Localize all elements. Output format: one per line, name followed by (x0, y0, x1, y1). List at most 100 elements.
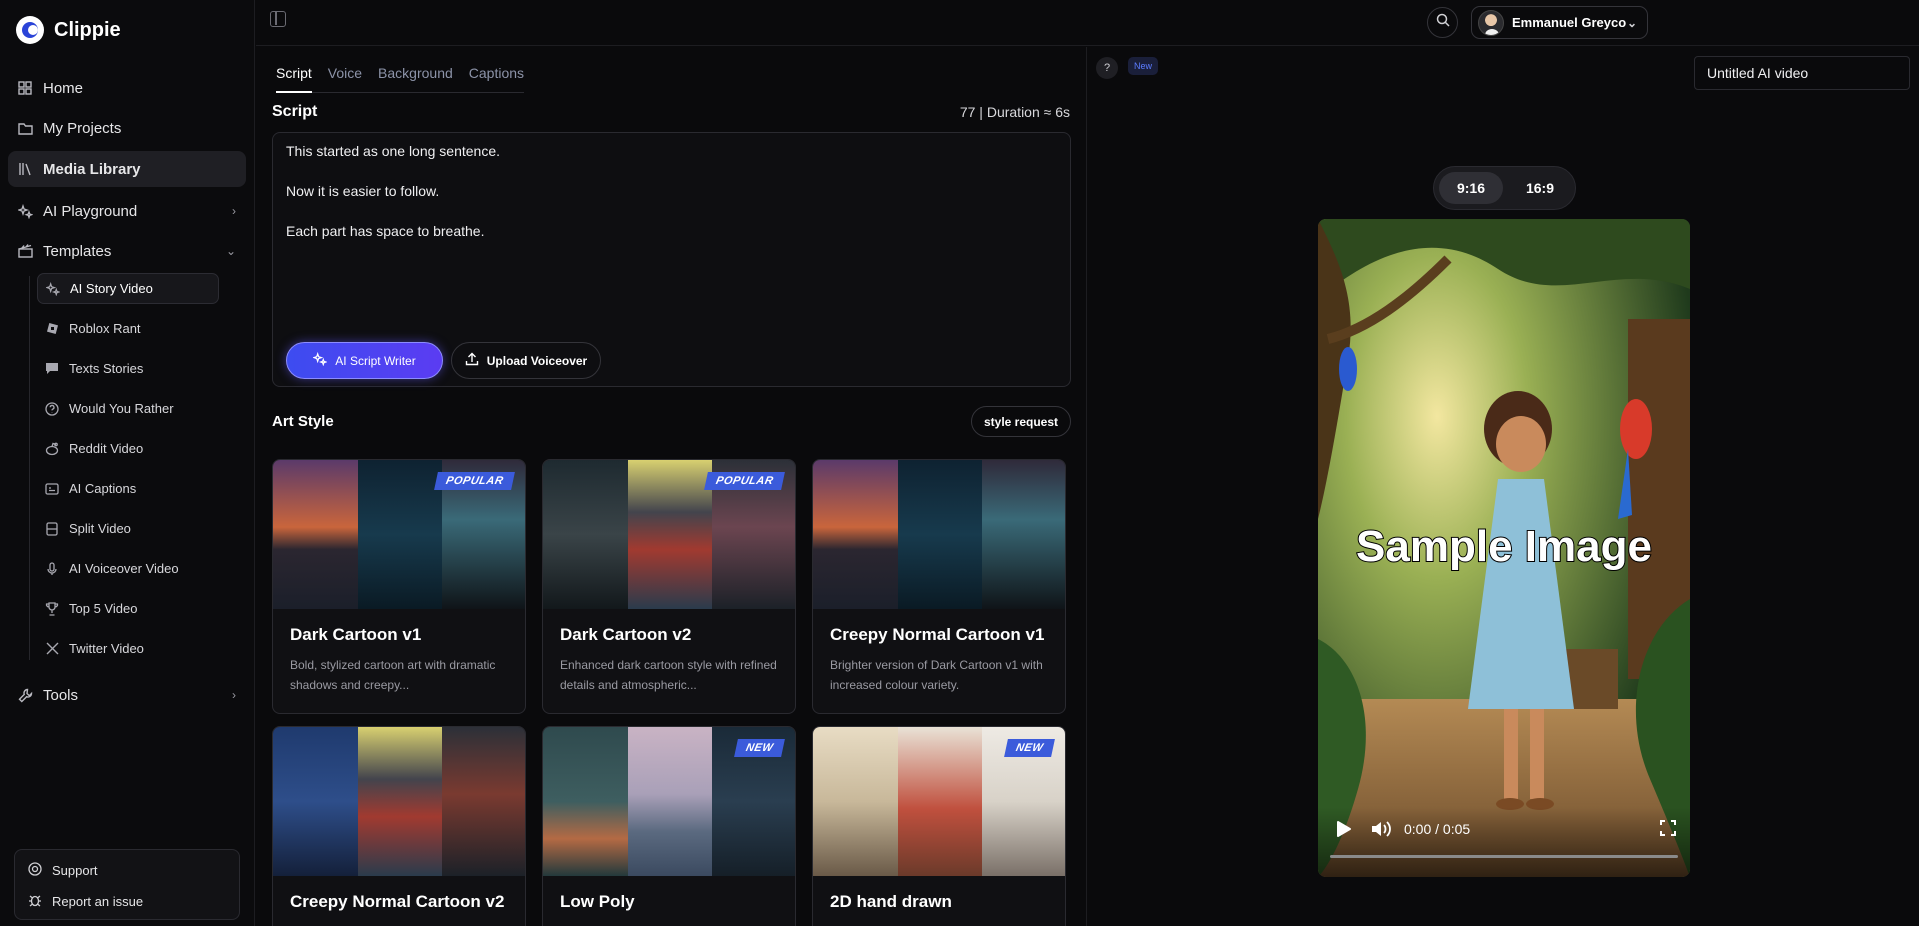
tree-divider (29, 276, 30, 660)
card-title: Creepy Normal Cartoon v1 (830, 625, 1045, 644)
trophy-icon (45, 601, 59, 616)
template-item-twitter-video[interactable]: Twitter Video (37, 633, 219, 664)
sidebar-toggle-icon[interactable] (270, 11, 286, 27)
reddit-icon (45, 442, 59, 456)
chevron-right-icon: › (232, 688, 236, 702)
template-item-split-video[interactable]: Split Video (37, 513, 219, 544)
card-description: Enhanced dark cartoon style with refined… (560, 658, 777, 692)
art-style-card[interactable]: Creepy Normal Cartoon v1 Brighter versio… (812, 459, 1066, 714)
card-thumbnail (273, 727, 525, 876)
captions-icon (45, 482, 59, 496)
folder-icon (17, 120, 33, 136)
template-item-reddit-video[interactable]: Reddit Video (37, 433, 219, 464)
new-badge: NEW (1003, 739, 1055, 757)
popular-badge: POPULAR (703, 472, 785, 490)
support-link[interactable]: Support (28, 860, 98, 880)
script-heading: Script (272, 103, 318, 120)
sidebar-item-label: Templates (43, 242, 112, 260)
sidebar-item-ai-playground[interactable]: AI Playground › (8, 193, 246, 229)
editor-tabs: Script Voice Background Captions (276, 63, 525, 93)
template-item-label: Reddit Video (69, 441, 144, 456)
template-item-ai-voiceover-video[interactable]: AI Voiceover Video (37, 553, 219, 584)
video-preview[interactable]: Sample Image 0:00 / 0:05 (1318, 219, 1690, 877)
message-icon (45, 362, 59, 376)
sidebar-item-my-projects[interactable]: My Projects (8, 110, 246, 146)
sidebar-item-label: Tools (43, 686, 79, 704)
app-name: Clippie (54, 18, 121, 41)
art-style-card[interactable]: POPULAR Dark Cartoon v2 Enhanced dark ca… (542, 459, 796, 714)
template-item-ai-story-video[interactable]: AI Story Video (37, 273, 219, 304)
tab-voice[interactable]: Voice (328, 63, 362, 93)
sidebar-item-tools[interactable]: Tools › (8, 677, 246, 713)
bug-icon (28, 893, 42, 910)
script-line: Now it is easier to follow. (286, 183, 440, 199)
sidebar-item-home[interactable]: Home (8, 70, 246, 106)
ratio-9-16-option[interactable]: 9:16 (1439, 172, 1503, 204)
template-item-roblox-rant[interactable]: Roblox Rant (37, 313, 219, 344)
template-item-texts-stories[interactable]: Texts Stories (37, 353, 219, 384)
card-description: Bold, stylized cartoon art with dramatic… (290, 658, 496, 692)
upload-voiceover-button[interactable]: Upload Voiceover (451, 342, 601, 379)
report-label: Report an issue (52, 893, 144, 909)
card-description: Brighter version of Dark Cartoon v1 with… (830, 658, 1043, 692)
video-time: 0:00 / 0:05 (1404, 821, 1471, 837)
clapper-icon (17, 243, 33, 259)
template-item-label: Would You Rather (69, 401, 174, 416)
editor-panel: Script Voice Background Captions Script … (256, 47, 1087, 926)
clippie-logo-icon (16, 16, 44, 44)
new-badge: NEW (733, 739, 785, 757)
script-line: Each part has space to breathe. (286, 223, 485, 239)
template-item-would-you-rather[interactable]: Would You Rather (37, 393, 219, 424)
card-thumbnail (813, 460, 1065, 609)
card-title: Low Poly (560, 892, 635, 911)
art-style-card[interactable]: NEW 2D hand drawn (812, 726, 1066, 926)
sidebar-item-label: AI Playground (43, 202, 138, 220)
ai-script-writer-button[interactable]: AI Script Writer (286, 342, 443, 379)
template-item-top-5-video[interactable]: Top 5 Video (37, 593, 219, 624)
chevron-down-icon: ⌄ (225, 244, 236, 258)
grid-icon (17, 80, 33, 96)
sidebar: Clippie Home My Projects Media Library A… (0, 0, 255, 926)
template-item-label: AI Story Video (70, 281, 153, 296)
sidebar-item-label: Media Library (43, 160, 141, 178)
template-item-label: Twitter Video (69, 641, 144, 656)
support-label: Support (52, 862, 98, 878)
mic-icon (45, 561, 59, 576)
search-icon (1436, 13, 1450, 32)
template-item-ai-captions[interactable]: AI Captions (37, 473, 219, 504)
template-item-label: AI Voiceover Video (69, 561, 179, 576)
template-item-label: Top 5 Video (69, 601, 138, 616)
template-item-label: Texts Stories (69, 361, 144, 376)
template-item-label: AI Captions (69, 481, 137, 496)
user-menu-button[interactable]: Emmanuel Greyco ⌄ (1471, 6, 1648, 39)
fullscreen-icon[interactable] (1660, 820, 1676, 841)
chevron-right-icon: › (232, 204, 236, 218)
sidebar-item-label: Home (43, 79, 84, 97)
script-textarea[interactable]: This started as one long sentence. Now i… (272, 132, 1071, 387)
style-request-button[interactable]: style request (971, 406, 1071, 437)
tab-captions[interactable]: Captions (469, 63, 524, 93)
project-title-input[interactable]: Untitled AI video (1694, 56, 1910, 90)
sidebar-item-templates[interactable]: Templates ⌄ (8, 233, 246, 269)
play-icon[interactable] (1333, 819, 1353, 844)
roblox-icon (45, 322, 59, 336)
report-issue-link[interactable]: Report an issue (28, 891, 143, 911)
art-style-card[interactable]: NEW Low Poly (542, 726, 796, 926)
card-title: 2D hand drawn (830, 892, 952, 911)
tab-background[interactable]: Background (378, 63, 453, 93)
help-button[interactable]: ? (1096, 57, 1118, 79)
video-progress-bar[interactable] (1330, 855, 1678, 858)
volume-icon[interactable] (1370, 819, 1392, 844)
search-button[interactable] (1427, 7, 1458, 38)
user-name: Emmanuel Greyco (1512, 15, 1627, 30)
sidebar-item-media-library[interactable]: Media Library (8, 151, 246, 187)
art-style-card[interactable]: Creepy Normal Cartoon v2 (272, 726, 526, 926)
new-badge: New (1128, 57, 1159, 75)
tab-script[interactable]: Script (276, 63, 312, 93)
sparkle-icon (312, 351, 328, 369)
ai-script-writer-label: AI Script Writer (335, 353, 416, 368)
app-logo[interactable]: Clippie (16, 16, 121, 44)
art-style-heading: Art Style (272, 413, 334, 430)
ratio-16-9-option[interactable]: 16:9 (1508, 172, 1572, 204)
art-style-card[interactable]: POPULAR Dark Cartoon v1 Bold, stylized c… (272, 459, 526, 714)
